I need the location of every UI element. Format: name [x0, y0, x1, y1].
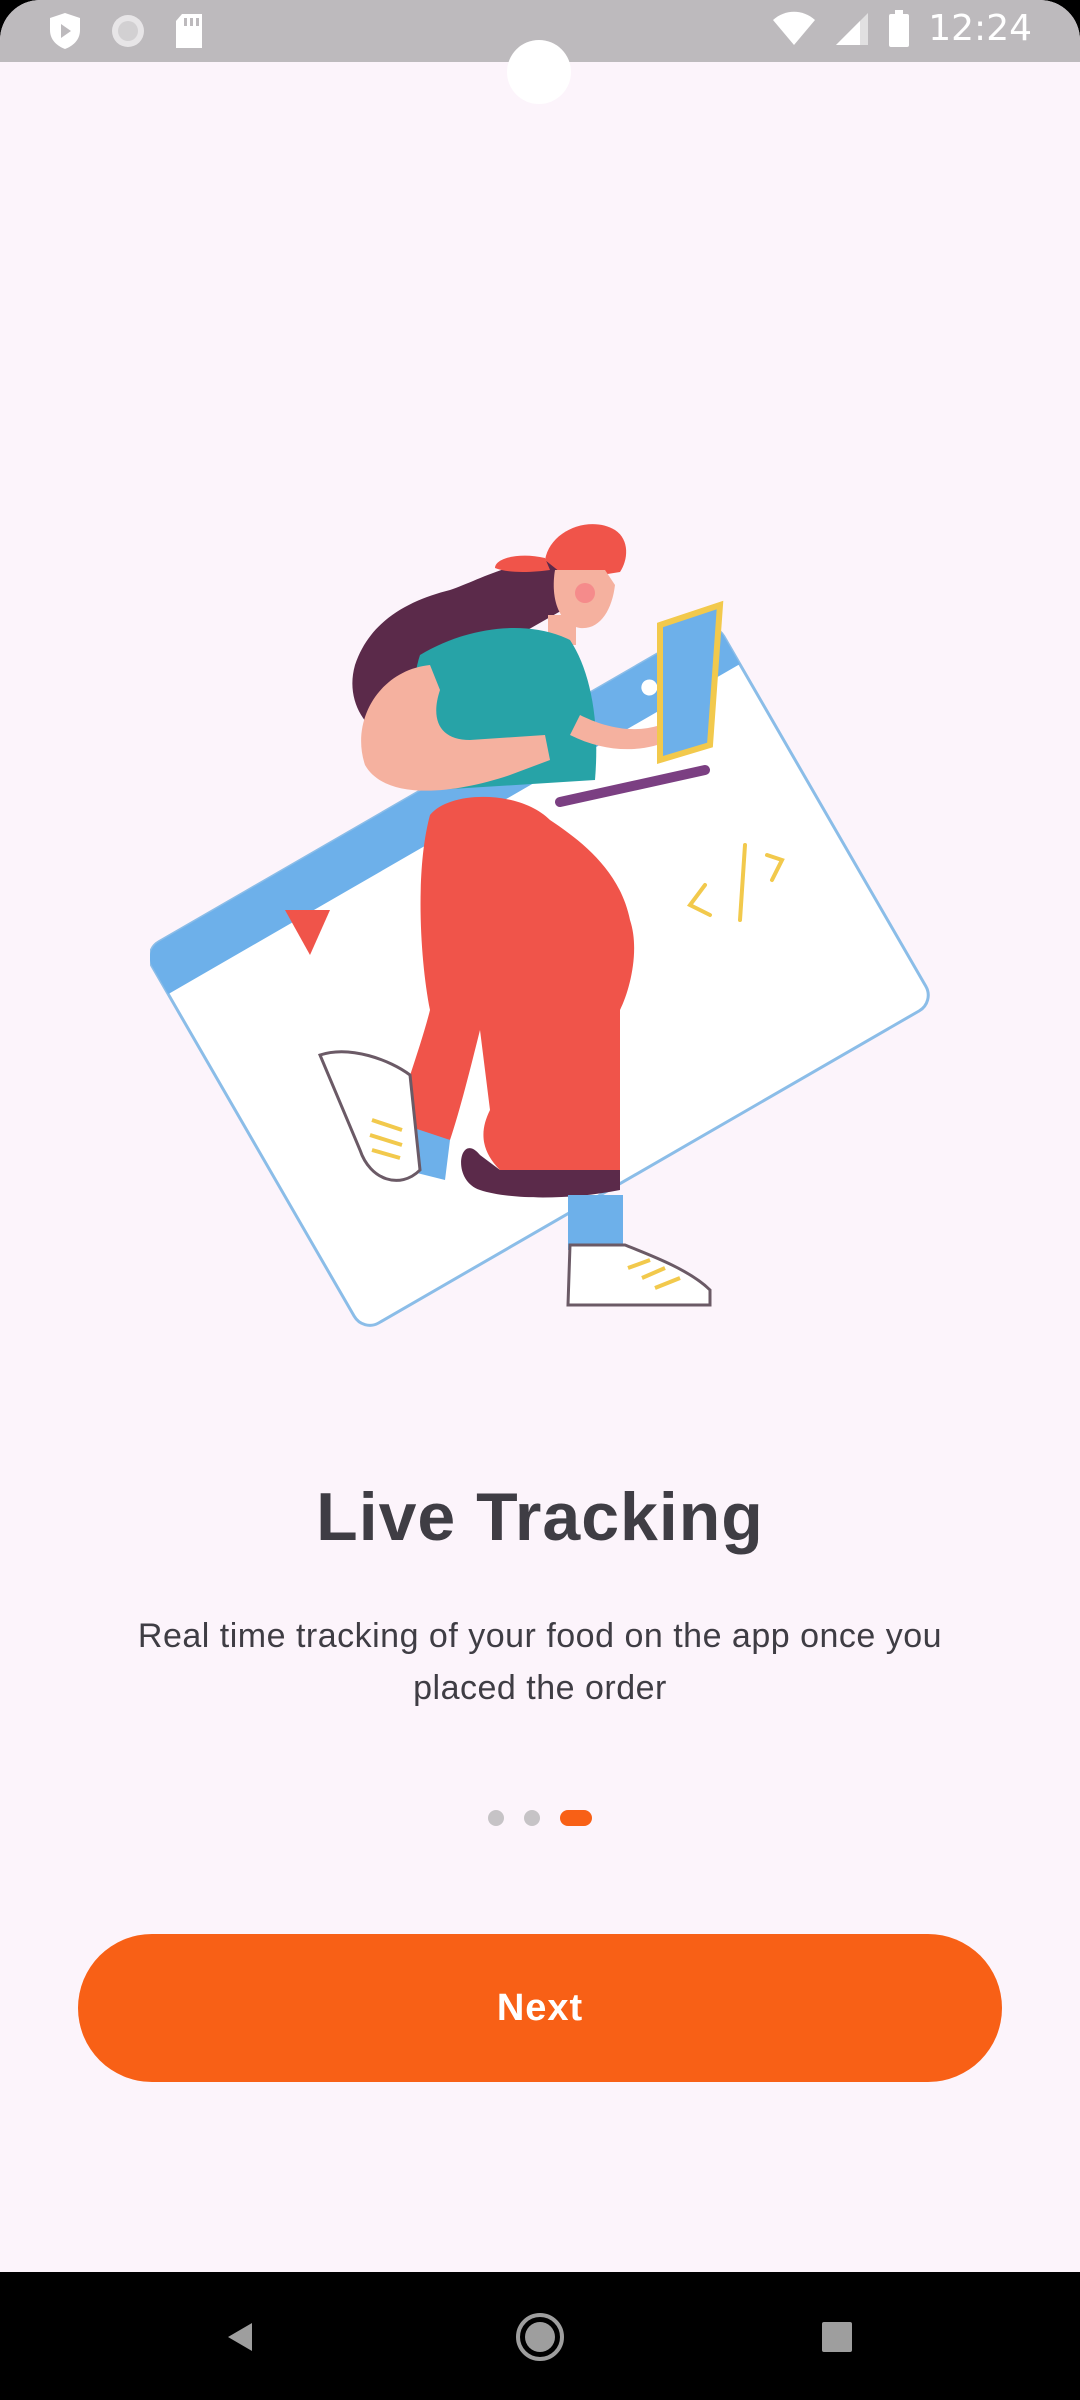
camera-cutout — [507, 40, 571, 104]
circle-status-icon — [112, 15, 144, 47]
page-dot-3-active[interactable] — [560, 1810, 592, 1826]
home-icon — [516, 2313, 564, 2361]
system-navigation-bar — [0, 2272, 1080, 2400]
onboarding-subtitle: Real time tracking of your food on the a… — [137, 1617, 943, 1707]
sd-card-icon — [176, 14, 202, 48]
shield-play-icon — [50, 13, 80, 49]
back-button[interactable] — [205, 2302, 275, 2372]
person-with-laptop-illustration — [150, 524, 930, 1327]
status-right-icons: 12:24 — [772, 8, 1032, 49]
page-dot-2[interactable] — [524, 1810, 540, 1826]
recents-icon — [822, 2322, 852, 2352]
page-indicator — [0, 1810, 1080, 1826]
page-dot-1[interactable] — [488, 1810, 504, 1826]
home-button[interactable] — [505, 2302, 575, 2372]
next-button[interactable]: Next — [78, 1934, 1002, 2082]
recents-button[interactable] — [802, 2302, 872, 2372]
signal-icon — [836, 12, 869, 45]
battery-icon — [889, 9, 910, 47]
status-left-icons — [48, 12, 204, 50]
back-icon — [228, 2323, 252, 2351]
onboarding-screen: 12:24 Live Tracking Real time tracking o… — [0, 0, 1080, 2272]
status-time: 12:24 — [928, 8, 1032, 49]
onboarding-title: Live Tracking — [316, 1479, 764, 1555]
wifi-icon — [773, 11, 816, 45]
